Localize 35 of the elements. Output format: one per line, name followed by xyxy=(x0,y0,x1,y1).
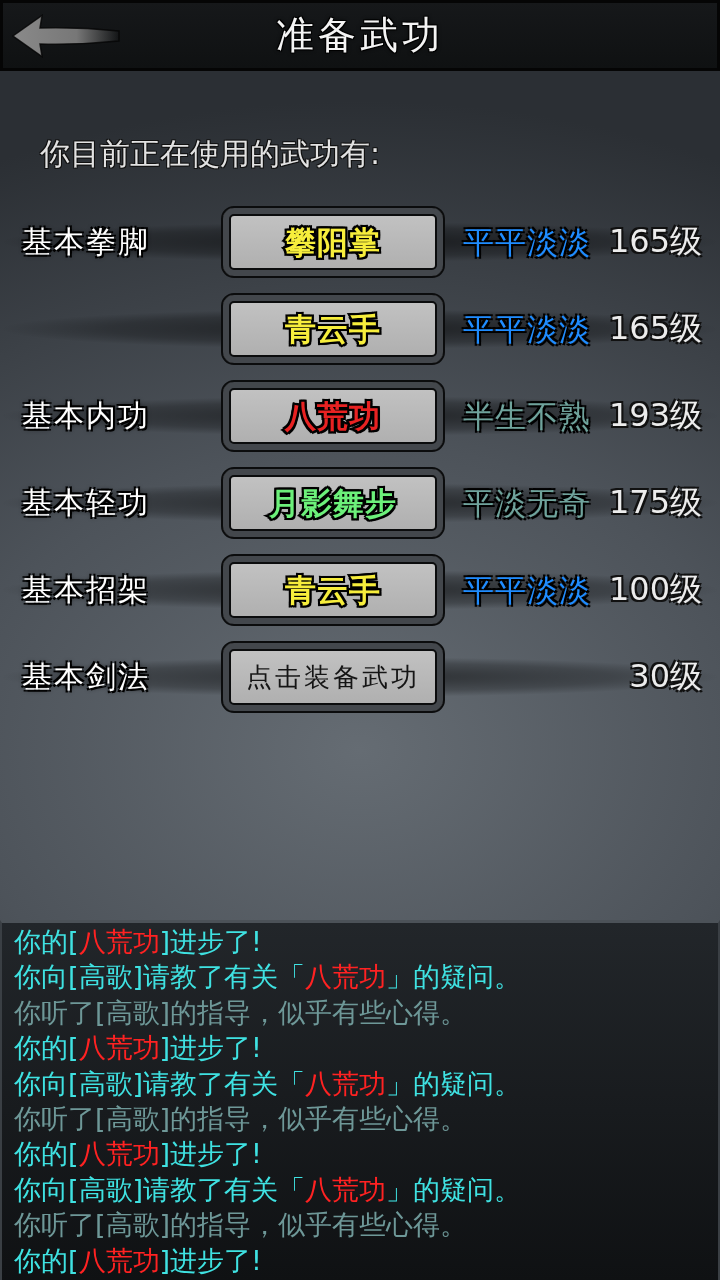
skill-button[interactable]: 攀阳掌 xyxy=(221,206,445,278)
skill-level-label: 30级 xyxy=(629,659,702,695)
skill-level-label: 193级 xyxy=(608,398,702,434)
mastery-label: 平淡无奇 xyxy=(463,485,591,521)
log-message: 你听了[高歌]的指导，似乎有些心得。 xyxy=(14,995,469,1030)
mastery-label: 平平淡淡 xyxy=(463,224,591,260)
log-message: 你的[八荒功]进步了! xyxy=(14,1243,263,1278)
log-message: 你向[高歌]请教了有关「八荒功」的疑问。 xyxy=(14,1066,523,1101)
equip-skill-button[interactable]: 点击装备武功 xyxy=(221,641,445,713)
category-label: 基本剑法 xyxy=(22,659,150,694)
category-label: 基本内功 xyxy=(22,398,150,433)
log-message: 你的[八荒功]进步了! xyxy=(14,1031,263,1066)
skill-button[interactable]: 青云手 xyxy=(221,554,445,626)
log-message: 你的[八荒功]进步了! xyxy=(14,1137,263,1172)
log-message: 你向[高歌]请教了有关「八荒功」的疑问。 xyxy=(14,1172,523,1207)
back-arrow-icon[interactable] xyxy=(12,13,120,58)
skill-button[interactable]: 月影舞步 xyxy=(221,467,445,539)
mastery-label: 平平淡淡 xyxy=(463,572,591,608)
mastery-label: 半生不熟 xyxy=(463,398,591,434)
category-label: 基本拳脚 xyxy=(22,224,150,259)
log-message: 你听了[高歌]的指导，似乎有些心得。 xyxy=(14,1208,469,1243)
mastery-label: 平平淡淡 xyxy=(463,311,591,347)
log-message: 你向[高歌]请教了有关「八荒功」的疑问。 xyxy=(14,960,523,995)
skill-button[interactable]: 青云手 xyxy=(221,293,445,365)
intro-text: 你目前正在使用的武功有: xyxy=(39,136,382,172)
skill-level-label: 175级 xyxy=(608,485,702,521)
skill-level-label: 165级 xyxy=(608,311,702,347)
skill-level-label: 165级 xyxy=(608,224,702,260)
log-message: 你听了[高歌]的指导，似乎有些心得。 xyxy=(14,1102,469,1137)
page-title: 准备武功 xyxy=(276,13,444,57)
skill-level-label: 100级 xyxy=(608,572,702,608)
category-label: 基本轻功 xyxy=(22,485,150,520)
category-label: 基本招架 xyxy=(22,572,150,607)
skill-button[interactable]: 八荒功 xyxy=(221,380,445,452)
log-message: 你的[八荒功]进步了! xyxy=(14,925,263,959)
